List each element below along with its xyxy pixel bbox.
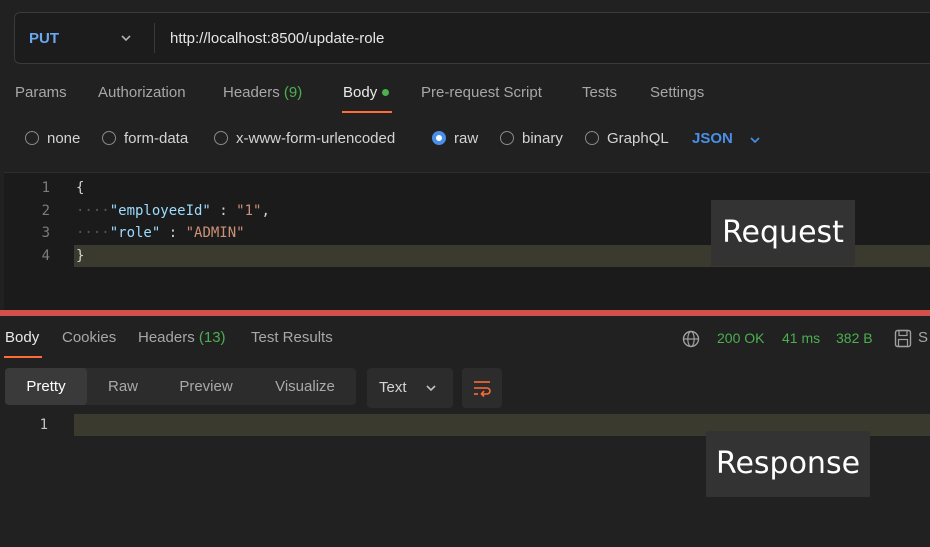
json-value: "ADMIN" — [185, 225, 245, 241]
radio-circle-icon — [214, 131, 228, 145]
code-line: ····"role" : "ADMIN" — [76, 225, 245, 241]
radio-circle-icon — [102, 131, 116, 145]
view-mode-toolbar: Pretty Raw Preview Visualize — [5, 368, 356, 405]
close-brace: } — [76, 248, 85, 264]
url-separator — [154, 23, 155, 53]
line-number: 3 — [41, 225, 50, 241]
radio-circle-icon — [25, 131, 39, 145]
radio-selected-icon — [432, 131, 446, 145]
method-selector[interactable]: PUT — [29, 30, 59, 47]
format-selector-label: Text — [379, 379, 407, 396]
json-key: "role" — [109, 225, 161, 241]
line-number: 1 — [39, 417, 48, 433]
res-tab-body[interactable]: Body — [5, 329, 39, 346]
active-tab-indicator — [342, 111, 392, 113]
format-selector[interactable]: Text — [367, 368, 453, 408]
view-pretty-button[interactable]: Pretty — [5, 368, 87, 405]
wrap-lines-icon — [474, 381, 491, 398]
response-tabs: Body Cookies Headers (13) Test Results 2… — [0, 329, 930, 359]
json-key: "employeeId" — [109, 203, 211, 219]
code-line: { — [76, 180, 84, 196]
res-tab-headers[interactable]: Headers (13) — [138, 329, 226, 346]
save-icon[interactable] — [894, 329, 912, 348]
response-overlay-label: Response — [706, 431, 870, 497]
url-input[interactable]: http://localhost:8500/update-role — [170, 30, 384, 47]
radio-none-label: none — [47, 130, 81, 147]
line-number: 4 — [41, 248, 50, 264]
request-overlay-label: Request — [711, 200, 855, 266]
active-tab-indicator — [4, 356, 42, 358]
response-time[interactable]: 41 ms — [782, 330, 820, 346]
radio-circle-icon — [585, 131, 599, 145]
line-number: 2 — [41, 203, 50, 219]
code-line: } — [76, 248, 84, 264]
language-selector[interactable]: JSON — [692, 130, 733, 147]
chevron-down-icon — [426, 385, 436, 392]
code-line: ····"employeeId" : "1", — [76, 203, 270, 219]
tab-settings[interactable]: Settings — [650, 84, 704, 101]
radio-circle-icon — [500, 131, 514, 145]
tab-headers-count: (9) — [283, 84, 303, 101]
url-bar: PUT http://localhost:8500/update-role — [14, 12, 930, 64]
json-trail: , — [261, 203, 270, 219]
globe-icon[interactable] — [682, 330, 700, 348]
tab-tests[interactable]: Tests — [582, 84, 617, 101]
tab-params[interactable]: Params — [15, 84, 67, 101]
chevron-down-icon[interactable] — [748, 133, 762, 147]
radio-urlencoded-label: x-www-form-urlencoded — [236, 130, 396, 147]
json-value: "1" — [236, 203, 262, 219]
modified-dot-icon — [382, 88, 390, 96]
line-number: 1 — [41, 180, 50, 196]
chevron-down-icon[interactable] — [119, 31, 133, 45]
wrap-lines-button[interactable] — [462, 368, 502, 408]
tab-headers-label: Headers — [223, 84, 280, 101]
section-divider — [0, 310, 930, 316]
radio-binary-label: binary — [522, 130, 563, 147]
body-type-options: none form-data x-www-form-urlencoded raw… — [0, 128, 930, 152]
tab-body[interactable]: Body — [343, 84, 390, 101]
radio-form-data-label: form-data — [124, 130, 189, 147]
view-preview-button[interactable]: Preview — [159, 368, 253, 405]
view-raw-button[interactable]: Raw — [87, 368, 159, 405]
res-tab-headers-count: (13) — [198, 329, 226, 346]
radio-graphql-label: GraphQL — [607, 130, 669, 147]
tab-authorization[interactable]: Authorization — [98, 84, 186, 101]
res-tab-headers-label: Headers — [138, 329, 195, 346]
tab-body-label: Body — [343, 84, 378, 101]
indent-guide: ···· — [76, 203, 110, 219]
request-tabs: Params Authorization Headers (9) Body Pr… — [0, 84, 930, 114]
status-code[interactable]: 200 OK — [717, 330, 764, 346]
indent-guide: ···· — [76, 225, 110, 241]
save-response-label[interactable]: S — [918, 329, 928, 346]
open-brace: { — [76, 180, 85, 196]
view-visualize-button[interactable]: Visualize — [253, 368, 357, 405]
tab-headers[interactable]: Headers (9) — [223, 84, 302, 101]
response-size[interactable]: 382 B — [836, 330, 873, 346]
res-tab-cookies[interactable]: Cookies — [62, 329, 116, 346]
tab-pre-request-script[interactable]: Pre-request Script — [421, 84, 542, 101]
res-tab-test-results[interactable]: Test Results — [251, 329, 333, 346]
radio-raw-label: raw — [454, 130, 479, 147]
